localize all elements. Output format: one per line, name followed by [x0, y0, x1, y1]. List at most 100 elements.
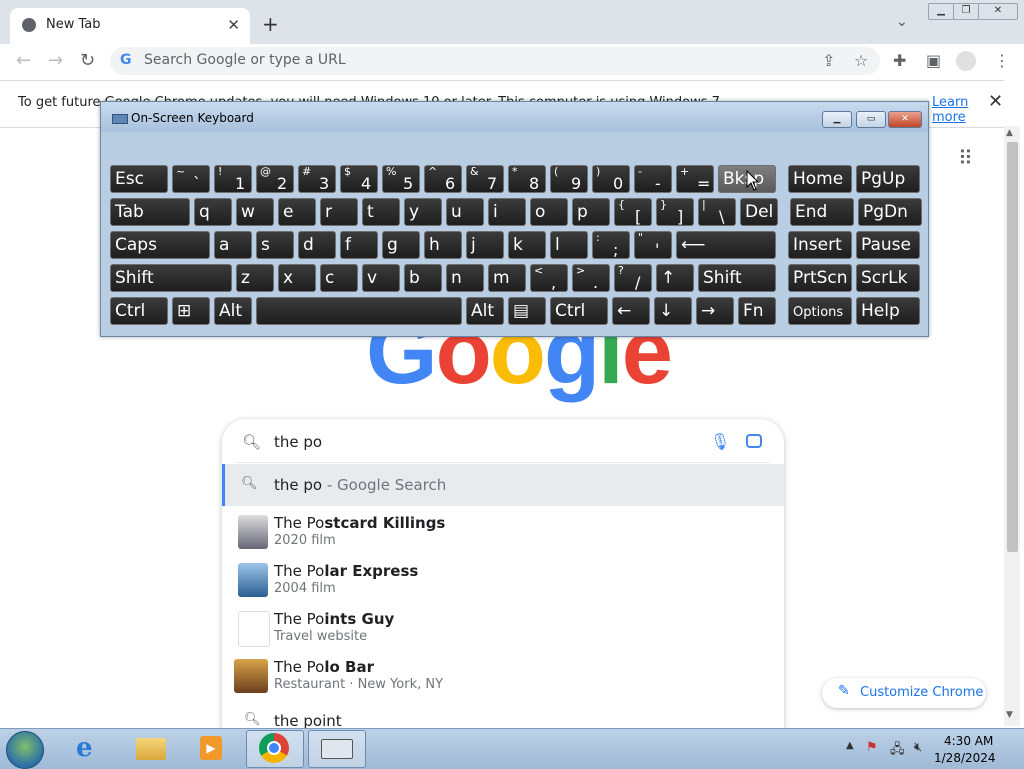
key-caps[interactable]: Caps: [110, 231, 210, 259]
key-1[interactable]: ! 1: [214, 165, 252, 193]
key-9[interactable]: (9: [550, 165, 588, 193]
ie-icon[interactable]: e: [62, 730, 118, 766]
key-r0k1[interactable]: ~ `: [172, 165, 210, 193]
key-n[interactable]: n: [446, 264, 484, 292]
key-r2k10[interactable]: :;: [592, 231, 630, 259]
suggestion-row[interactable]: The Polar Express 2004 film: [222, 558, 784, 606]
key-6[interactable]: ^ 6: [424, 165, 462, 193]
key-r2k12[interactable]: ⟵: [676, 231, 776, 259]
key-pause[interactable]: Pause: [856, 231, 920, 259]
sidepanel-icon[interactable]: ▣: [926, 52, 941, 70]
key-end[interactable]: End: [790, 198, 854, 226]
key-r3k9[interactable]: >.: [572, 264, 610, 292]
reload-icon[interactable]: ↻: [80, 52, 95, 70]
key-r4k1[interactable]: ⊞: [172, 297, 210, 325]
key-prtscn[interactable]: PrtScn: [788, 264, 852, 292]
key-r3k10[interactable]: ? /: [614, 264, 652, 292]
osk-close-button[interactable]: ✕: [888, 111, 922, 128]
key-s[interactable]: s: [256, 231, 294, 259]
lens-search-icon[interactable]: [746, 434, 762, 448]
key-r2k11[interactable]: " ': [634, 231, 672, 259]
key-a[interactable]: a: [214, 231, 252, 259]
explorer-icon[interactable]: [124, 730, 180, 766]
key-c[interactable]: c: [320, 264, 358, 292]
suggestion-row[interactable]: 🔍︎ the po - Google Search: [222, 464, 784, 506]
share-icon[interactable]: ⇪: [822, 52, 835, 70]
profile-icon[interactable]: [956, 51, 976, 71]
voice-search-icon[interactable]: 🎙︎: [710, 432, 730, 451]
key-insert[interactable]: Insert: [788, 231, 852, 259]
key-8[interactable]: * 8: [508, 165, 546, 193]
key-help[interactable]: Help: [856, 297, 920, 325]
key-ctrl[interactable]: Ctrl: [550, 297, 608, 325]
key-u[interactable]: u: [446, 198, 484, 226]
key-w[interactable]: w: [236, 198, 274, 226]
key-y[interactable]: y: [404, 198, 442, 226]
osk-maximize-button[interactable]: ▭: [856, 111, 886, 128]
key-pgup[interactable]: PgUp: [856, 165, 920, 193]
key-2[interactable]: @2: [256, 165, 294, 193]
key-h[interactable]: h: [424, 231, 462, 259]
key-r1k12[interactable]: }]: [656, 198, 694, 226]
key-r4k9[interactable]: →: [696, 297, 734, 325]
key-ctrl[interactable]: Ctrl: [110, 297, 168, 325]
infobar-close-icon[interactable]: ✕: [988, 91, 1003, 112]
chrome-icon[interactable]: [246, 730, 304, 768]
forward-icon[interactable]: →: [48, 52, 63, 70]
star-icon[interactable]: ☆: [854, 52, 868, 70]
volume-icon[interactable]: 🔇︎: [914, 740, 922, 755]
key-shift[interactable]: Shift: [110, 264, 232, 292]
suggestion-row[interactable]: The Polo Bar Restaurant · New York, NY: [222, 654, 784, 702]
key-scrlk[interactable]: ScrLk: [856, 264, 920, 292]
key-tab[interactable]: Tab: [110, 198, 190, 226]
key-del[interactable]: Del: [740, 198, 778, 226]
address-bar[interactable]: G Search Google or type a URL: [110, 47, 880, 75]
key-r4k5[interactable]: ▤: [508, 297, 546, 325]
key-b[interactable]: b: [404, 264, 442, 292]
key-q[interactable]: q: [194, 198, 232, 226]
key-r1k13[interactable]: | \: [698, 198, 736, 226]
key-l[interactable]: l: [550, 231, 588, 259]
key-r4k7[interactable]: ←: [612, 297, 650, 325]
key-r1k11[interactable]: {[: [614, 198, 652, 226]
key-o[interactable]: o: [530, 198, 568, 226]
key-options[interactable]: Options: [788, 297, 852, 325]
tab-search-icon[interactable]: ⌄: [896, 14, 908, 30]
osk-minimize-button[interactable]: ▁: [822, 111, 852, 128]
key-0[interactable]: ) 0: [592, 165, 630, 193]
key-j[interactable]: j: [466, 231, 504, 259]
key-v[interactable]: v: [362, 264, 400, 292]
key-alt[interactable]: Alt: [466, 297, 504, 325]
key-r3k11[interactable]: ↑: [656, 264, 694, 292]
extensions-icon[interactable]: ✚: [893, 52, 906, 70]
google-apps-icon[interactable]: ⠿: [958, 146, 973, 170]
key-g[interactable]: g: [382, 231, 420, 259]
show-hidden-icons-icon[interactable]: ▲: [846, 740, 854, 751]
scroll-up-icon[interactable]: ▲: [1006, 128, 1013, 138]
key-z[interactable]: z: [236, 264, 274, 292]
key-m[interactable]: m: [488, 264, 526, 292]
network-icon[interactable]: 🖧︎: [890, 740, 905, 762]
key-d[interactable]: d: [298, 231, 336, 259]
key-r3k8[interactable]: <,: [530, 264, 568, 292]
key-4[interactable]: $4: [340, 165, 378, 193]
key-r4k8[interactable]: ↓: [654, 297, 692, 325]
key-home[interactable]: Home: [788, 165, 852, 193]
key-e[interactable]: e: [278, 198, 316, 226]
clock-time[interactable]: 4:30 AM: [944, 734, 993, 748]
key-esc[interactable]: Esc: [110, 165, 168, 193]
key-5[interactable]: % 5: [382, 165, 420, 193]
start-button[interactable]: [6, 731, 44, 769]
key-7[interactable]: & 7: [466, 165, 504, 193]
tab-new-tab[interactable]: New Tab ✕: [10, 8, 250, 44]
key-r0k13[interactable]: + =: [676, 165, 714, 193]
key-pgdn[interactable]: PgDn: [858, 198, 922, 226]
key-p[interactable]: p: [572, 198, 610, 226]
osk-icon[interactable]: [308, 730, 366, 768]
key-i[interactable]: i: [488, 198, 526, 226]
new-tab-button[interactable]: +: [262, 14, 279, 34]
key-alt[interactable]: Alt: [214, 297, 252, 325]
minimize-window-button[interactable]: ▁: [928, 3, 954, 20]
key-r4k3[interactable]: [256, 297, 462, 325]
key-f[interactable]: f: [340, 231, 378, 259]
